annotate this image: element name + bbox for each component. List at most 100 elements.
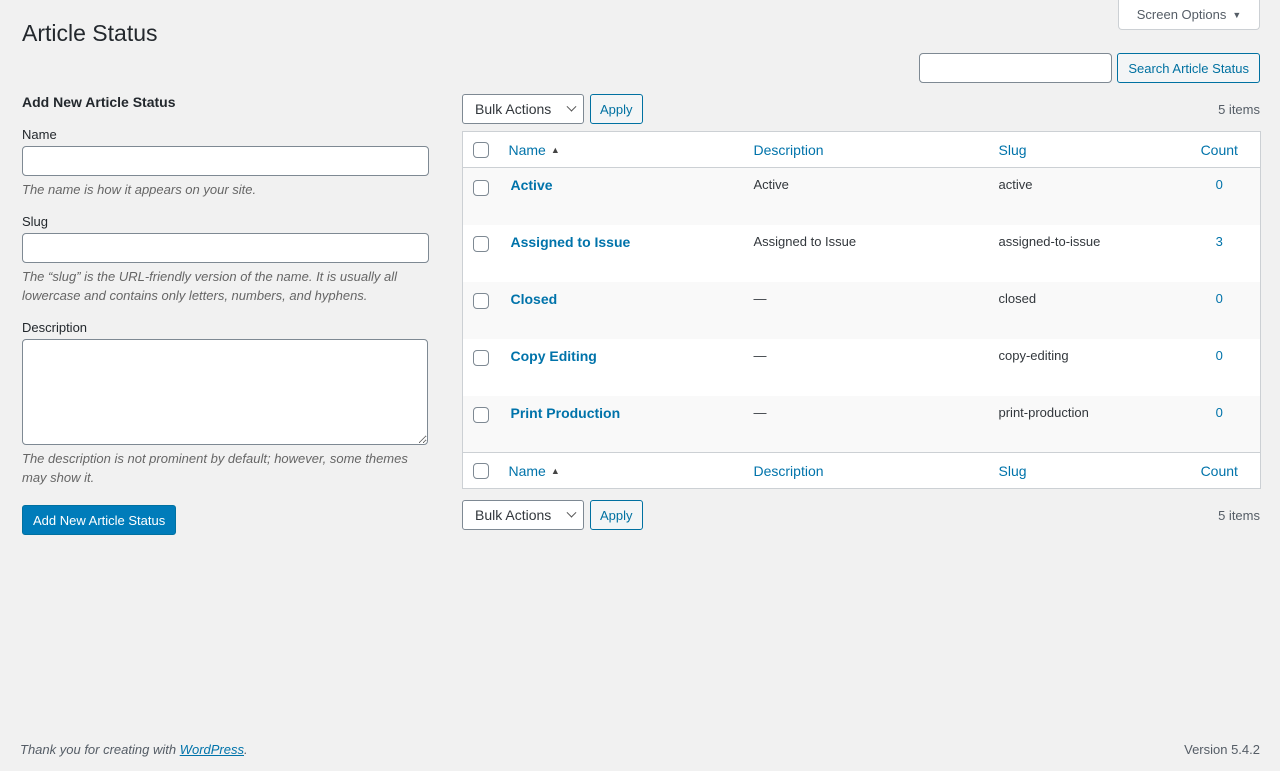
- row-count-cell: 0: [1179, 396, 1261, 453]
- screen-options-button[interactable]: Screen Options ▼: [1118, 0, 1260, 30]
- sort-by-description-link[interactable]: Description: [754, 142, 824, 158]
- sort-ascending-icon: ▲: [550, 465, 560, 476]
- sort-by-slug-link-footer[interactable]: Slug: [999, 463, 1027, 479]
- row-title-link[interactable]: Print Production: [509, 405, 621, 421]
- column-description-footer: Description: [743, 452, 989, 489]
- wordpress-link[interactable]: WordPress: [180, 742, 244, 757]
- column-count: Count: [1178, 131, 1261, 168]
- chevron-down-icon: [566, 101, 577, 112]
- row-name-cell: Print Production: [499, 396, 744, 453]
- page-title: Article Status: [22, 20, 158, 46]
- list-panel: Bulk Actions Apply 5 items Name ▲ Descrip…: [462, 94, 1261, 530]
- footer: Thank you for creating with WordPress. V…: [20, 742, 1260, 757]
- add-new-button[interactable]: Add New Article Status: [22, 505, 177, 535]
- row-count-link[interactable]: 3: [1216, 234, 1223, 249]
- select-all-cell-footer: [462, 452, 499, 489]
- row-count-link[interactable]: 0: [1216, 405, 1223, 420]
- select-all-cell: [462, 131, 499, 168]
- caret-down-icon: ▼: [1232, 9, 1242, 20]
- table-row: Active Active active 0: [462, 167, 1261, 225]
- row-checkbox[interactable]: [473, 293, 489, 310]
- sort-by-slug-link[interactable]: Slug: [999, 142, 1027, 158]
- footer-thanks-text: Thank you for creating with: [20, 742, 180, 757]
- apply-button-bottom[interactable]: Apply: [590, 500, 643, 530]
- name-label: Name: [22, 127, 57, 142]
- apply-button-top[interactable]: Apply: [590, 94, 643, 124]
- row-checkbox[interactable]: [473, 236, 489, 253]
- sort-by-description-link-footer[interactable]: Description: [754, 463, 824, 479]
- chevron-down-icon: [566, 507, 577, 518]
- row-count-cell: 0: [1179, 282, 1261, 339]
- row-slug: assigned-to-issue: [998, 233, 1101, 249]
- name-field-group: Name The name is how it appears on your …: [22, 127, 429, 199]
- row-checkbox-cell: [463, 396, 499, 453]
- table-row: Assigned to Issue Assigned to Issue assign…: [463, 225, 1261, 282]
- description-textarea[interactable]: [22, 339, 428, 445]
- row-checkbox[interactable]: [473, 407, 489, 424]
- row-count-cell: 3: [1179, 225, 1261, 282]
- row-title-link[interactable]: Copy Editing: [509, 348, 597, 364]
- column-slug-footer: Slug: [988, 452, 1179, 489]
- tablenav-top: Bulk Actions Apply 5 items: [462, 94, 1260, 124]
- row-title-link[interactable]: Closed: [509, 291, 558, 307]
- row-slug: active: [998, 177, 1033, 192]
- row-description: —: [753, 404, 767, 420]
- table-header-row: Name ▲ Description Slug Count: [462, 131, 1261, 168]
- row-title-link[interactable]: Assigned to Issue: [509, 234, 631, 250]
- row-count-cell: 0: [1179, 168, 1261, 225]
- status-table: Name ▲ Description Slug Count Active Activ…: [462, 131, 1261, 489]
- column-description: Description: [743, 131, 989, 168]
- slug-hint: The “slug” is the URL-friendly version o…: [22, 269, 397, 303]
- row-description: Assigned to Issue: [753, 233, 857, 249]
- row-count-link[interactable]: 0: [1216, 348, 1223, 363]
- search-button[interactable]: Search Article Status: [1117, 53, 1260, 83]
- row-checkbox[interactable]: [473, 350, 489, 367]
- row-checkbox-cell: [463, 225, 499, 282]
- description-field-group: Description The description is not promi…: [22, 320, 429, 487]
- bulk-actions-label: Bulk Actions: [475, 507, 552, 523]
- row-count-cell: 0: [1179, 339, 1261, 396]
- column-name-footer: Name ▲: [498, 452, 744, 489]
- row-count-link[interactable]: 0: [1216, 177, 1223, 192]
- footer-thanks-suffix: .: [244, 742, 248, 757]
- description-label: Description: [22, 320, 88, 335]
- tablenav-bottom: Bulk Actions Apply 5 items: [462, 500, 1260, 530]
- row-name-cell: Closed: [499, 282, 744, 339]
- items-count-bottom: 5 items: [1218, 507, 1260, 523]
- bulk-actions-select-top[interactable]: Bulk Actions: [462, 94, 584, 124]
- table-footer-row: Name ▲ Description Slug Count: [462, 452, 1261, 489]
- search-box: Search Article Status: [919, 53, 1260, 83]
- column-name-label-footer: Name: [508, 462, 546, 479]
- bulk-actions-select-bottom[interactable]: Bulk Actions: [462, 500, 584, 530]
- row-slug: copy-editing: [998, 347, 1069, 363]
- row-title-link[interactable]: Active: [509, 177, 553, 193]
- items-count-top: 5 items: [1218, 101, 1260, 117]
- version-text: Version 5.4.2: [1184, 742, 1260, 757]
- name-input[interactable]: [22, 146, 429, 176]
- name-hint: The name is how it appears on your site.: [22, 182, 257, 197]
- sort-ascending-icon: ▲: [550, 144, 560, 155]
- row-checkbox[interactable]: [473, 179, 489, 196]
- sort-by-name-link[interactable]: Name ▲: [509, 142, 560, 158]
- slug-input[interactable]: [22, 233, 429, 263]
- search-input[interactable]: [919, 53, 1113, 83]
- column-count-footer: Count: [1178, 452, 1261, 489]
- table-row: Print Production — print-production 0: [462, 395, 1261, 453]
- slug-label: Slug: [22, 214, 49, 229]
- sort-by-count-link[interactable]: Count: [1201, 142, 1238, 158]
- row-checkbox-cell: [463, 339, 499, 396]
- row-description: —: [753, 290, 767, 306]
- column-slug: Slug: [988, 131, 1179, 168]
- column-name: Name ▲: [498, 131, 744, 168]
- sort-by-count-link-footer[interactable]: Count: [1201, 463, 1238, 479]
- sort-by-name-link-footer[interactable]: Name ▲: [509, 463, 560, 479]
- row-name-cell: Copy Editing: [499, 339, 744, 396]
- select-all-checkbox[interactable]: [473, 142, 489, 159]
- add-new-form: Add New Article Status Name The name is …: [22, 94, 429, 535]
- footer-thanks: Thank you for creating with WordPress.: [20, 742, 248, 757]
- select-all-checkbox-footer[interactable]: [473, 463, 489, 480]
- column-name-label: Name: [508, 141, 546, 158]
- row-count-link[interactable]: 0: [1216, 291, 1223, 306]
- row-slug: print-production: [998, 404, 1089, 420]
- row-description: Active: [753, 177, 789, 192]
